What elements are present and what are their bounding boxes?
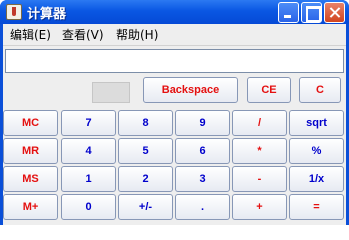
key-6[interactable]: 6 — [175, 138, 230, 164]
key-4[interactable]: 4 — [61, 138, 116, 164]
key-sym24[interactable]: - — [232, 166, 287, 192]
key-9[interactable]: 9 — [175, 110, 230, 136]
menu-edit[interactable]: 编辑(E) — [10, 28, 51, 42]
calculator-body: 编辑(E) 查看(V) 帮助(H) Backspace CE C MC 7 8 9/s… — [3, 24, 346, 225]
calculator-display[interactable] — [5, 49, 344, 73]
memory-indicator — [92, 82, 130, 103]
key-m[interactable]: M+ — [3, 194, 58, 220]
key-mr[interactable]: MR — [3, 138, 58, 164]
maximize-button[interactable] — [301, 2, 322, 23]
key-0[interactable]: 0 — [61, 194, 116, 220]
title-bar[interactable]: 计算器 — [0, 0, 349, 24]
key-sym15[interactable]: % — [289, 138, 344, 164]
minimize-button[interactable] — [278, 2, 299, 23]
backspace-button[interactable]: Backspace — [143, 77, 238, 103]
menu-bar: 编辑(E) 查看(V) 帮助(H) — [3, 24, 346, 46]
key-sym04[interactable]: / — [232, 110, 287, 136]
key-8[interactable]: 8 — [118, 110, 173, 136]
close-button[interactable] — [324, 2, 345, 23]
menu-help[interactable]: 帮助(H) — [116, 28, 158, 42]
key-sym32[interactable]: +/- — [118, 194, 173, 220]
key-sym14[interactable]: * — [232, 138, 287, 164]
key-sqrt[interactable]: sqrt — [289, 110, 344, 136]
key-7[interactable]: 7 — [61, 110, 116, 136]
key-1[interactable]: 1 — [61, 166, 116, 192]
calculator-window: 计算器 编辑(E) 查看(V) 帮助(H) Backspace CE C MC 7… — [0, 0, 349, 225]
key-5[interactable]: 5 — [118, 138, 173, 164]
key-3[interactable]: 3 — [175, 166, 230, 192]
key-mc[interactable]: MC — [3, 110, 58, 136]
key-sym33[interactable]: . — [175, 194, 230, 220]
ce-button[interactable]: CE — [247, 77, 291, 103]
key-2[interactable]: 2 — [118, 166, 173, 192]
key-ms[interactable]: MS — [3, 166, 58, 192]
key-sym34[interactable]: + — [232, 194, 287, 220]
key-1x[interactable]: 1/x — [289, 166, 344, 192]
window-title: 计算器 — [27, 7, 67, 22]
menu-view[interactable]: 查看(V) — [62, 28, 104, 42]
calculator-app-icon — [6, 4, 22, 20]
c-button[interactable]: C — [299, 77, 341, 103]
key-sym35[interactable]: = — [289, 194, 344, 220]
